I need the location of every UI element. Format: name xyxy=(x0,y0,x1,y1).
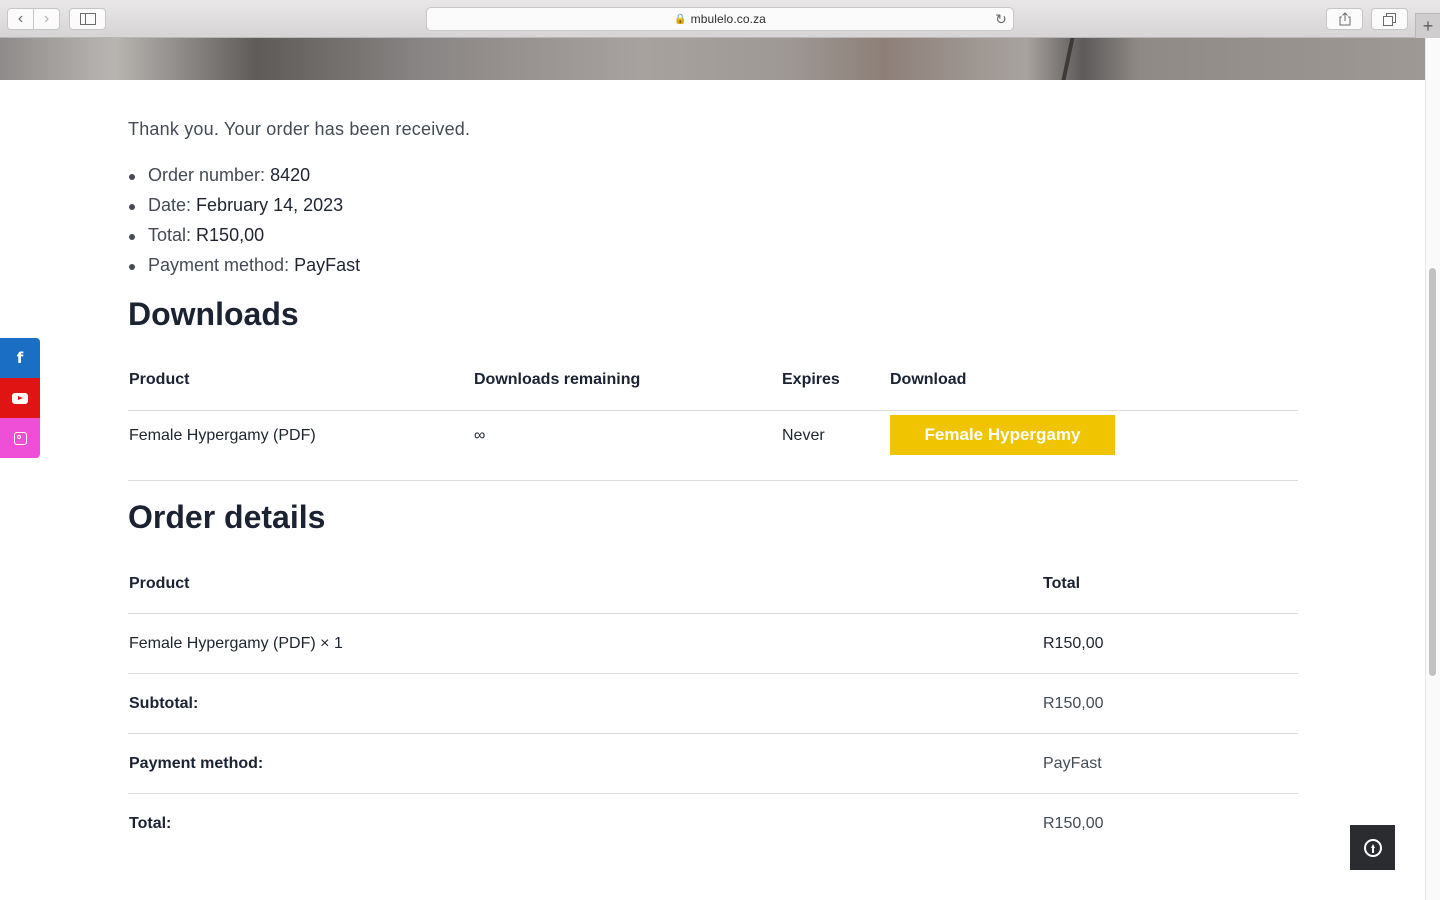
youtube-icon xyxy=(12,392,28,404)
facebook-icon: f xyxy=(16,349,24,367)
expires-value: Never xyxy=(781,410,889,481)
share-icon xyxy=(1339,12,1350,26)
total-label: Total: xyxy=(129,814,172,832)
arrow-up-circle-icon xyxy=(1363,838,1382,857)
order-details-table: Product Total Female Hypergamy (PDF) × 1… xyxy=(128,554,1298,853)
instagram-icon xyxy=(13,431,27,445)
downloads-remaining-value: ∞ xyxy=(473,410,781,481)
overview-label: Date: xyxy=(148,195,192,215)
column-header-total: Total xyxy=(1042,554,1298,614)
order-overview: Order number: 8420 Date: February 14, 20… xyxy=(128,164,360,284)
column-header-download: Download xyxy=(889,350,1298,411)
forward-button[interactable]: › xyxy=(33,8,60,30)
overview-label: Payment method: xyxy=(148,255,290,275)
table-row: Female Hypergamy (PDF) × 1 R150,00 xyxy=(128,613,1298,674)
new-tab-button[interactable]: + xyxy=(1415,13,1440,38)
scroll-to-top-button[interactable] xyxy=(1350,825,1395,870)
order-total-value: R150,00 xyxy=(196,225,265,245)
order-total-item: Total: R150,00 xyxy=(128,224,360,254)
youtube-link[interactable] xyxy=(0,378,40,418)
order-number-value: 8420 xyxy=(270,165,311,185)
social-sidebar: f xyxy=(0,338,40,458)
downloads-heading: Downloads xyxy=(128,296,299,332)
sidebar-icon xyxy=(79,13,96,25)
table-row: Subtotal: R150,00 xyxy=(128,673,1298,734)
table-row: Female Hypergamy (PDF) ∞ Never Female Hy… xyxy=(128,410,1298,481)
download-cell: Female Hypergamy xyxy=(889,410,1298,481)
product-link[interactable]: Female Hypergamy (PDF) xyxy=(129,635,316,652)
overview-label: Total: xyxy=(148,225,192,245)
instagram-link[interactable] xyxy=(0,418,40,458)
column-header-product: Product xyxy=(128,554,1042,614)
share-button[interactable] xyxy=(1326,8,1363,30)
page-scrollbar[interactable] xyxy=(1425,38,1440,900)
total-value: R150,00 xyxy=(1043,814,1104,832)
download-product-name: Female Hypergamy (PDF) xyxy=(128,410,473,481)
table-header-row: Product Total xyxy=(128,554,1298,614)
lock-icon: 🔒 xyxy=(674,13,687,25)
table-row: Payment method: PayFast xyxy=(128,733,1298,794)
payment-method-value: PayFast xyxy=(1042,733,1298,794)
column-header-downloads-remaining: Downloads remaining xyxy=(473,350,781,411)
column-header-product: Product xyxy=(128,350,473,411)
show-tabs-button[interactable] xyxy=(1371,8,1408,30)
download-file-button[interactable]: Female Hypergamy xyxy=(890,415,1115,455)
payment-method-value: PayFast xyxy=(294,255,361,275)
chevron-left-icon: ‹ xyxy=(17,10,24,27)
downloads-table: Product Downloads remaining Expires Down… xyxy=(128,350,1298,481)
payment-method-item: Payment method: PayFast xyxy=(128,254,360,284)
product-link[interactable]: Female Hypergamy (PDF) xyxy=(129,427,316,444)
item-quantity: × 1 xyxy=(315,634,343,652)
overview-label: Order number: xyxy=(148,165,266,185)
hero-image xyxy=(0,38,1425,80)
chevron-right-icon: › xyxy=(43,10,50,27)
browser-toolbar: ‹ › 🔒 mbulelo.co.za ↻ + xyxy=(0,0,1440,38)
order-date-item: Date: February 14, 2023 xyxy=(128,194,360,224)
order-details-heading: Order details xyxy=(128,499,326,535)
order-number-item: Order number: 8420 xyxy=(128,164,360,194)
table-row: Total: R150,00 xyxy=(128,794,1298,854)
plus-icon: + xyxy=(1422,15,1434,36)
order-date-value: February 14, 2023 xyxy=(196,195,344,215)
subtotal-value: R150,00 xyxy=(1042,673,1298,734)
sidebar-toggle-button[interactable] xyxy=(69,8,106,30)
payment-method-label: Payment method: xyxy=(128,733,1042,794)
table-header-row: Product Downloads remaining Expires Down… xyxy=(128,350,1298,411)
address-bar[interactable]: 🔒 mbulelo.co.za ↻ xyxy=(426,7,1014,31)
column-header-expires: Expires xyxy=(781,350,889,411)
facebook-link[interactable]: f xyxy=(0,338,40,378)
address-url: mbulelo.co.za xyxy=(690,12,766,26)
scrollbar-thumb[interactable] xyxy=(1429,268,1436,676)
tabs-icon xyxy=(1383,12,1396,26)
order-item-product: Female Hypergamy (PDF) × 1 xyxy=(128,613,1042,674)
thank-you-notice: Thank you. Your order has been received. xyxy=(128,119,471,139)
back-button[interactable]: ‹ xyxy=(7,8,34,30)
reload-icon[interactable]: ↻ xyxy=(995,11,1007,28)
subtotal-label: Subtotal: xyxy=(128,673,1042,734)
order-item-total: R150,00 xyxy=(1042,613,1298,674)
